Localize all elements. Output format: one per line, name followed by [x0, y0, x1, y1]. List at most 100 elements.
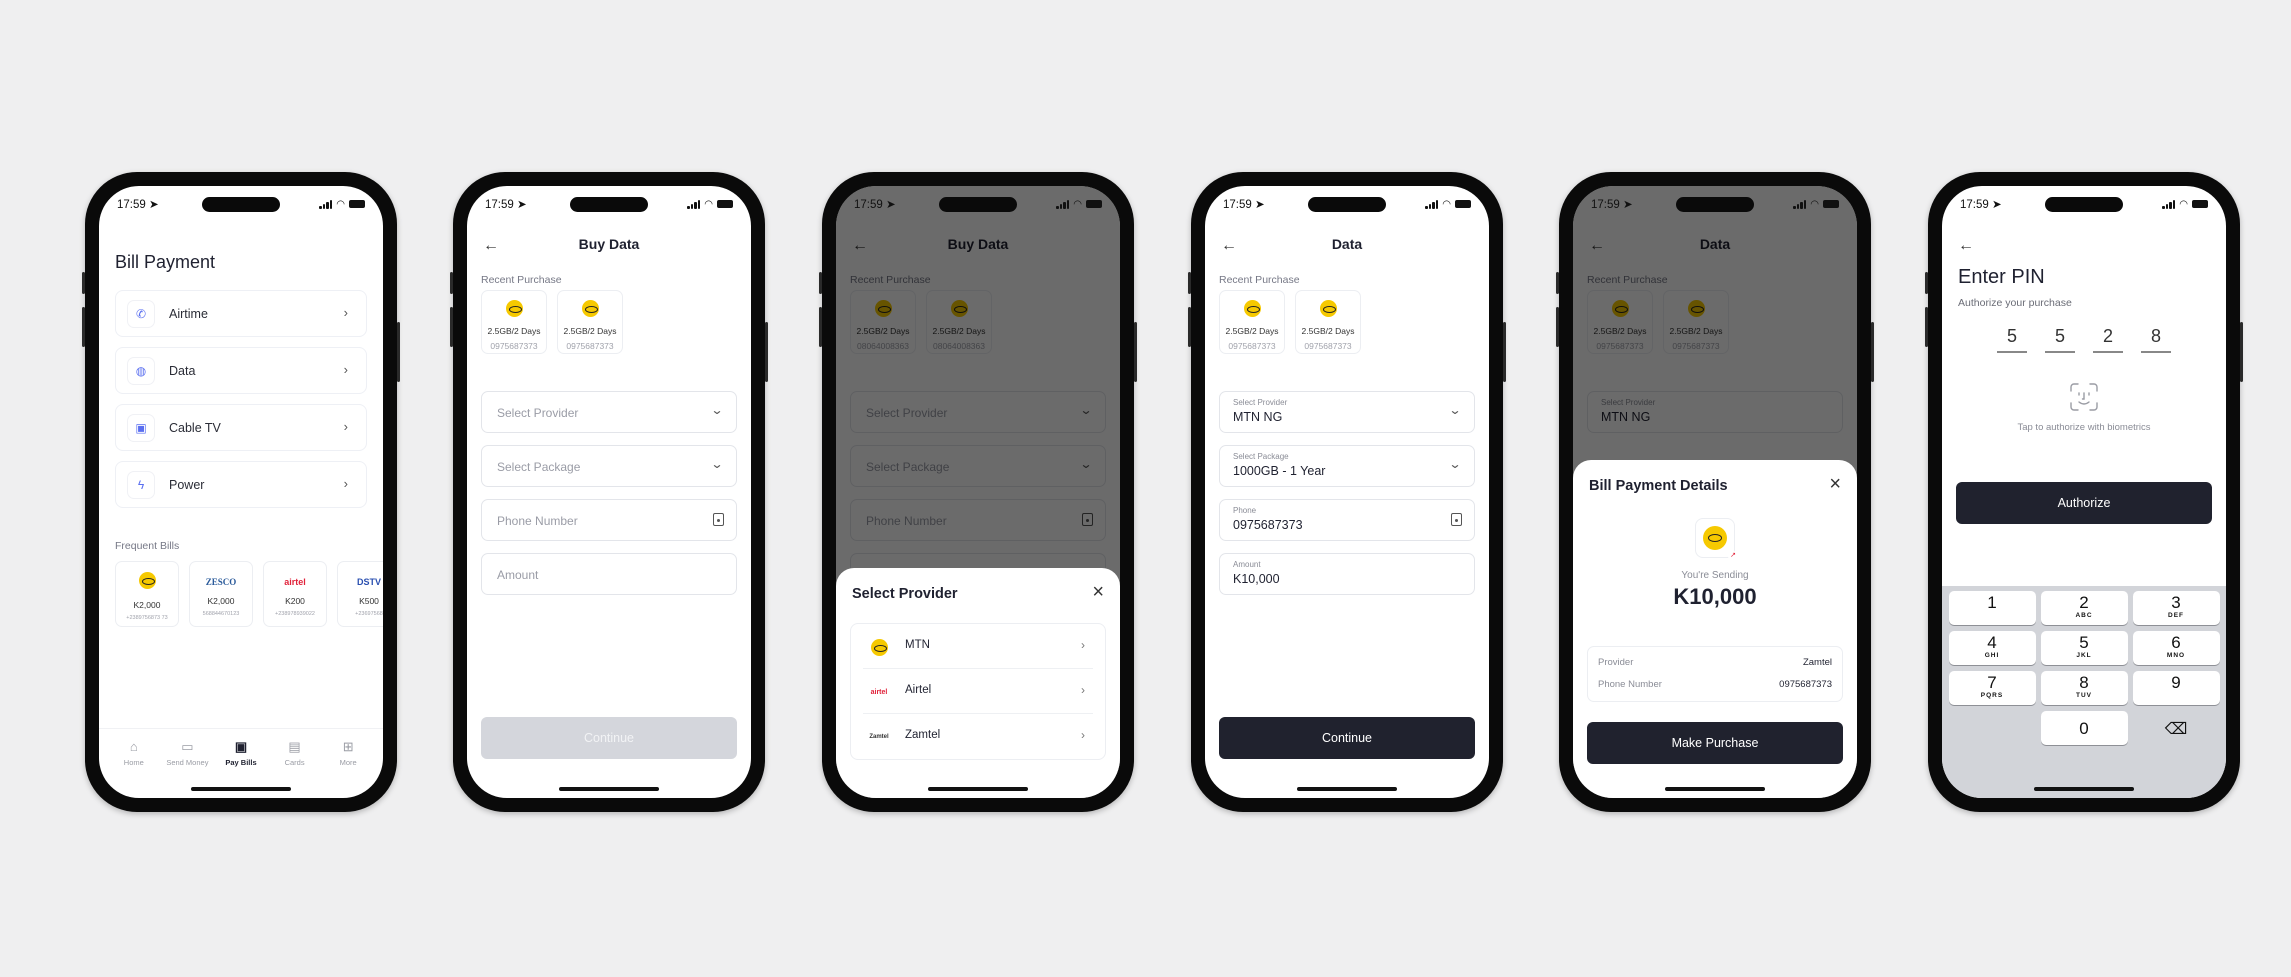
- face-id-icon[interactable]: [2069, 382, 2099, 412]
- wifi-icon: ◠: [1810, 198, 1819, 210]
- battery-icon: [2192, 200, 2208, 208]
- key-blank: [1949, 711, 2036, 745]
- wallet-icon: ▣: [234, 739, 248, 754]
- globe-icon: ◍: [127, 357, 155, 385]
- back-arrow-icon[interactable]: ←: [1958, 237, 1974, 255]
- plan-text: 2.5GB/2 Days: [1225, 326, 1279, 336]
- provider-item-mtn[interactable]: MTN ›: [863, 624, 1093, 669]
- provider-item-airtel[interactable]: airtel Airtel ›: [863, 669, 1093, 714]
- contact-icon[interactable]: [1451, 513, 1462, 526]
- menu-item-power[interactable]: ϟ Power ›: [115, 461, 367, 508]
- pin-digit: 5: [2045, 326, 2075, 353]
- dstv-logo: DSTV: [356, 577, 381, 587]
- recent-purchase-card[interactable]: 2.5GB/2 Days 0975687373: [481, 290, 547, 354]
- phone-enter-pin: 17:59 ➤ ◠ ← Enter PIN Authorize your pur…: [1925, 172, 2243, 812]
- zesco-logo: ZESCO: [205, 577, 237, 587]
- phone-payment-details: 17:59 ➤ ◠ ←Data Recent Purchase 2.5GB/2 …: [1556, 172, 1874, 812]
- mtn-logo: [1703, 526, 1727, 550]
- chevron-down-icon: ⌄: [1448, 403, 1462, 417]
- field-value: K10,000: [1233, 572, 1280, 586]
- phone-text: 0975687373: [1304, 341, 1352, 351]
- authorize-button[interactable]: Authorize: [1956, 482, 2212, 524]
- key-6[interactable]: 6 MNO: [2132, 631, 2220, 665]
- key-5[interactable]: 5 JKL: [2040, 631, 2128, 665]
- home-icon: ⌂: [129, 739, 138, 754]
- signal-icon: [2162, 199, 2176, 209]
- location-icon: ➤: [885, 199, 896, 211]
- menu-item-airtime[interactable]: ✆ Airtime ›: [115, 290, 367, 337]
- detail-key: Phone Number: [1598, 679, 1662, 690]
- menu-item-data[interactable]: ◍ Data ›: [115, 347, 367, 394]
- home-indicator: [2034, 787, 2134, 791]
- home-indicator: [1297, 787, 1397, 791]
- zamtel-logo: Zamtel: [869, 734, 889, 740]
- mtn-logo: [1319, 300, 1337, 317]
- make-purchase-button[interactable]: Make Purchase: [1587, 722, 1843, 764]
- close-icon[interactable]: ×: [1829, 473, 1841, 496]
- frequent-bill-card[interactable]: K2,000 +2389756873 73: [115, 561, 179, 627]
- continue-button[interactable]: Continue: [1219, 717, 1475, 759]
- phone-buy-data: 17:59 ➤ ◠ ← Buy Data Recent Purchase 2.5G…: [450, 172, 768, 812]
- wifi-icon: ◠: [336, 198, 345, 210]
- package-select[interactable]: Select Package 1000GB - 1 Year ⌄: [1219, 445, 1475, 487]
- screen: 17:59 ➤ ◠ ←Data Recent Purchase 2.5GB/2 …: [1573, 186, 1857, 798]
- airtel-logo: airtel: [284, 577, 306, 587]
- key-8[interactable]: 8 TUV: [2040, 671, 2128, 705]
- location-icon: ➤: [1254, 199, 1265, 211]
- dynamic-island: [939, 197, 1017, 212]
- field-value: 1000GB - 1 Year: [1233, 464, 1326, 478]
- biometric-text[interactable]: Tap to authorize with biometrics: [1942, 422, 2226, 433]
- pin-input[interactable]: 5 5 2 8: [1997, 326, 2171, 353]
- bill-amount: K500: [359, 596, 379, 606]
- tab-more[interactable]: ⊞ More: [323, 729, 373, 798]
- recent-purchase-label: Recent Purchase: [1219, 274, 1300, 286]
- frequent-bill-card[interactable]: ZESCO K2,000 568844670123: [189, 561, 253, 627]
- field-label: Phone: [1233, 506, 1257, 515]
- back-arrow-icon[interactable]: ←: [483, 237, 499, 255]
- page-subtitle: Authorize your purchase: [1958, 297, 2072, 309]
- placeholder: Phone Number: [497, 514, 578, 528]
- screen: 17:59 ➤ ◠ ← Enter PIN Authorize your pur…: [1942, 186, 2226, 798]
- phone-number-input[interactable]: Phone Number: [481, 499, 737, 541]
- field-label: Amount: [1233, 560, 1261, 569]
- frequent-bill-card[interactable]: DSTV K500 +23697568: [337, 561, 383, 627]
- status-time: 17:59: [1591, 199, 1620, 211]
- package-select[interactable]: Select Package ⌄: [481, 445, 737, 487]
- back-arrow-icon[interactable]: ←: [1221, 237, 1237, 255]
- key-1[interactable]: 1: [1948, 591, 2036, 625]
- recent-purchase-card[interactable]: 2.5GB/2 Days 0975687373: [1219, 290, 1285, 354]
- key-4[interactable]: 4 GHI: [1948, 631, 2036, 665]
- provider-select[interactable]: Select Provider ⌄: [481, 391, 737, 433]
- phone-number-input[interactable]: Phone 0975687373: [1219, 499, 1475, 541]
- recent-purchase-card[interactable]: 2.5GB/2 Days 0975687373: [557, 290, 623, 354]
- recent-purchase-card[interactable]: 2.5GB/2 Days 0975687373: [1295, 290, 1361, 354]
- menu-item-cable-tv[interactable]: ▣ Cable TV ›: [115, 404, 367, 451]
- key-0[interactable]: 0: [2040, 711, 2128, 745]
- frequent-bill-card[interactable]: airtel K200 +238978939022: [263, 561, 327, 627]
- backspace-icon[interactable]: ⌫: [2133, 711, 2220, 745]
- key-3[interactable]: 3 DEF: [2132, 591, 2220, 625]
- provider-item-zamtel[interactable]: Zamtel Zamtel ›: [863, 714, 1093, 759]
- status-time: 17:59: [485, 199, 514, 211]
- contact-icon[interactable]: [713, 513, 724, 526]
- detail-row: Phone Number 0975687373: [1598, 679, 1832, 690]
- nav-bar: ← Buy Data: [467, 236, 751, 260]
- close-icon[interactable]: ×: [1092, 581, 1104, 604]
- amount-input[interactable]: Amount: [481, 553, 737, 595]
- key-2[interactable]: 2 ABC: [2040, 591, 2128, 625]
- battery-icon: [1455, 200, 1471, 208]
- payment-details-sheet: Bill Payment Details × ↗ You're Sending …: [1573, 460, 1857, 798]
- airtel-logo: airtel: [870, 688, 888, 696]
- frequent-bills-label: Frequent Bills: [115, 540, 180, 552]
- nav-bar: ← Data: [1205, 236, 1489, 260]
- continue-button[interactable]: Continue: [481, 717, 737, 759]
- key-9[interactable]: 9: [2132, 671, 2220, 705]
- phone-select-provider: 17:59 ➤ ◠ ←Buy Data Recent Purchase 2.5G…: [819, 172, 1137, 812]
- key-7[interactable]: 7 PQRS: [1948, 671, 2036, 705]
- phone-text: 0975687373: [566, 341, 614, 351]
- amount-input[interactable]: Amount K10,000: [1219, 553, 1475, 595]
- tab-home[interactable]: ⌂ Home: [109, 729, 159, 798]
- provider-select[interactable]: Select Provider MTN NG ⌄: [1219, 391, 1475, 433]
- field-label: Select Package: [1233, 452, 1289, 461]
- dynamic-island: [570, 197, 648, 212]
